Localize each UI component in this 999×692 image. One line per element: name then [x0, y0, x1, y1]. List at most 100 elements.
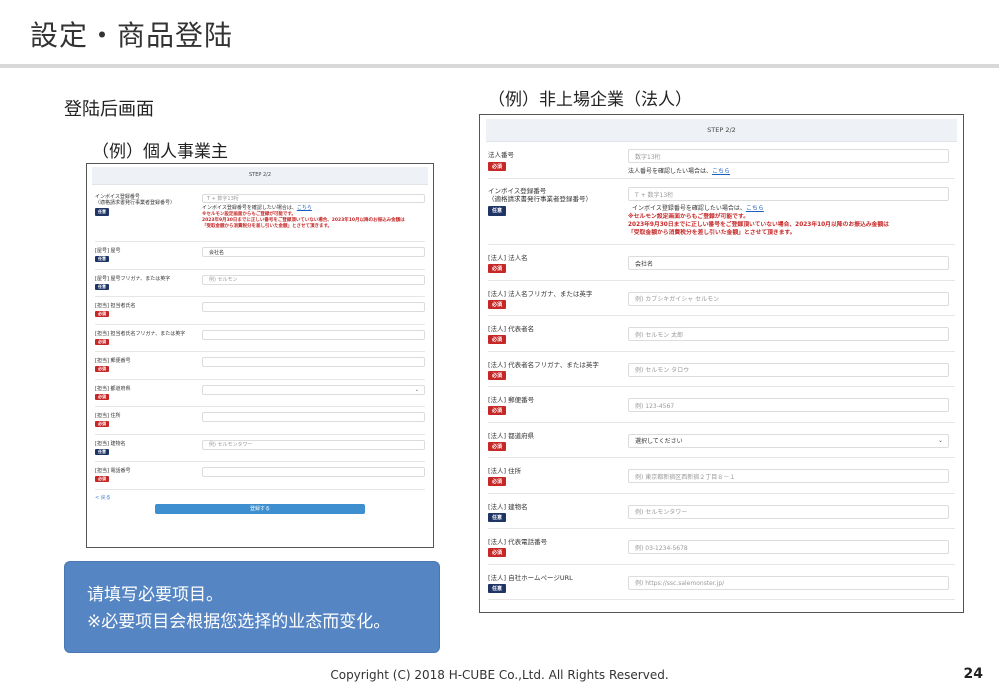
field-label: [法人] 自社ホームページURL	[488, 573, 573, 582]
field-label: [法人] 法人名フリガナ、または英字	[488, 289, 593, 298]
after-registration-heading: 登陆后画面	[64, 99, 154, 120]
invoice-lookup-link[interactable]: こちら	[746, 205, 764, 212]
form-row: [法人] 建物名 任意 例) セルモンタワー	[488, 494, 955, 529]
callout-line-1: 请填写必要项目。	[87, 585, 223, 605]
text-input[interactable]: 会社名	[202, 247, 425, 257]
text-input[interactable]: 例) セルモン	[202, 274, 425, 285]
text-input[interactable]: 例) セルモン タロウ	[628, 362, 949, 377]
invoice-number-input[interactable]: T + 数字13桁	[628, 187, 949, 201]
page-number: 24	[963, 666, 983, 682]
text-input[interactable]: 例) 123-4567	[628, 398, 949, 412]
corp-number-lookup-link[interactable]: こちら	[712, 168, 730, 175]
invoice-warning-3: 「受取金額から消費税分を差し引いた金額」とさせて頂きます。	[628, 230, 796, 236]
chevron-down-icon: ⌄	[414, 386, 419, 393]
input-value: 会社名	[209, 249, 225, 256]
invoice-warning-3: 「受取金額から消費税分を差し引いた金額」とさせて頂きます。	[202, 224, 333, 229]
text-input[interactable]: 例) セルモンタワー	[628, 504, 949, 519]
register-button[interactable]: 登録する	[155, 503, 365, 514]
required-badge: 必須	[95, 311, 109, 317]
field-label: [法人] 法人名	[488, 254, 528, 262]
required-badge: 必須	[488, 162, 507, 171]
invoice-note: インボイス登録番号を確認したい場合は、	[202, 205, 297, 211]
field-label: [法人] 代表者名フリガナ、または英字	[488, 360, 599, 369]
invoice-row: インボイス登録番号 （適格請求書発行事業者登録番号） 任意 T + 数字13桁 …	[95, 185, 425, 242]
required-badge: 必須	[488, 370, 507, 380]
optional-badge: 任意	[488, 583, 507, 593]
text-input[interactable]: 例) セルモンタワー	[202, 439, 425, 450]
text-input[interactable]	[202, 467, 425, 477]
form-row: [法人] 代表電話番号 必須 例) 03-1234-5678	[488, 529, 955, 565]
field-label: [法人] 住所	[488, 467, 522, 475]
field-label: [法人] 代表者名	[488, 325, 535, 333]
prefecture-select[interactable]: ⌄	[202, 384, 425, 395]
form-row: [担当] 担当者氏名フリガナ、または英字 必須	[95, 325, 425, 352]
form-row: [担当] 担当者氏名 必須	[95, 297, 425, 325]
required-badge: 必須	[95, 393, 109, 400]
input-value: 例) https://ssc.salemonster.jp/	[635, 580, 725, 587]
individual-caption: （例）個人事業主	[92, 142, 228, 162]
field-label: [担当] 建物名	[95, 440, 126, 447]
corp-number-label: 法人番号	[488, 151, 514, 159]
invoice-number-input[interactable]: T + 数字13桁	[202, 194, 425, 203]
field-label: [担当] 郵便番号	[95, 358, 131, 364]
input-value: 例) 03-1234-5678	[635, 544, 688, 552]
optional-badge: 任意	[95, 208, 109, 216]
invoice-row: インボイス登録番号 （適格請求書発行事業者登録番号） 任意 T + 数字13桁 …	[488, 179, 955, 245]
text-input[interactable]: 例) カブシキガイシャ セルモン	[628, 291, 949, 306]
required-badge: 必須	[488, 335, 507, 344]
invoice-label: インボイス登録番号	[488, 187, 547, 195]
corp-number-input[interactable]: 数字13桁	[628, 149, 949, 163]
input-value: 例) セルモン	[209, 277, 238, 283]
required-badge: 必須	[488, 299, 507, 309]
optional-badge: 任意	[95, 448, 109, 455]
required-badge: 必須	[95, 366, 109, 372]
form-row: [担当] 都道府県 必須 ⌄	[95, 380, 425, 407]
input-value: 選択してください	[635, 438, 683, 445]
callout-line-2: ※必要项目会根据您选择的业态而变化。	[87, 612, 391, 632]
step-indicator: STEP 2/2	[92, 167, 428, 185]
form-row: [屋号] 屋号フリガナ、または英字 任意 例) セルモン	[95, 270, 425, 297]
optional-badge: 任意	[488, 512, 507, 522]
text-input[interactable]	[202, 412, 425, 422]
title-divider	[0, 64, 999, 68]
slide-title: 設定・商品登陆	[30, 19, 234, 52]
input-value: 例) カブシキガイシャ セルモン	[635, 296, 720, 303]
required-badge: 必須	[488, 406, 507, 415]
instruction-callout: 请填写必要项目。 ※必要项目会根据您选择的业态而变化。	[64, 561, 440, 653]
invoice-warning-1: ※セルモン設定画面からもご登録が可能です。	[628, 214, 749, 220]
input-value: 会社名	[635, 260, 654, 268]
text-input[interactable]	[202, 357, 425, 367]
field-label: [屋号] 屋号	[95, 248, 121, 254]
input-value: 例) セルモンタワー	[209, 442, 253, 448]
text-input[interactable]	[202, 329, 425, 340]
optional-badge: 任意	[95, 283, 109, 290]
text-input[interactable]: 例) セルモン 太郎	[628, 327, 949, 341]
optional-badge: 任意	[488, 206, 507, 216]
corporate-form-screenshot: STEP 2/2 法人番号 必須 数字13桁 法人番号を確認したい場合は、こちら…	[479, 114, 964, 613]
text-input[interactable]: 例) 03-1234-5678	[628, 540, 949, 554]
field-label: [法人] 都道府県	[488, 431, 535, 440]
text-input[interactable]: 例) https://ssc.salemonster.jp/	[628, 575, 949, 590]
form-row: [担当] 建物名 任意 例) セルモンタワー	[95, 435, 425, 462]
text-input[interactable]: 会社名	[628, 256, 949, 270]
input-value: 例) セルモン タロウ	[635, 367, 690, 374]
required-badge: 必須	[488, 477, 507, 486]
individual-form-screenshot: STEP 2/2 インボイス登録番号 （適格請求書発行事業者登録番号） 任意 T…	[86, 163, 434, 548]
required-badge: 必須	[95, 338, 109, 345]
invoice-note: インボイス登録番号を確認したい場合は、	[632, 205, 746, 212]
back-link[interactable]: < 戻る	[95, 494, 425, 501]
invoice-lookup-link[interactable]: こちら	[297, 205, 312, 211]
corporate-caption: （例）非上場企業（法人）	[488, 90, 692, 110]
input-value: 例) 123-4567	[635, 402, 675, 410]
form-row: [屋号] 屋号 任意 会社名	[95, 242, 425, 270]
required-badge: 必須	[488, 264, 507, 273]
form-row: [法人] 郵便番号 必須 例) 123-4567	[488, 387, 955, 423]
form-row: [法人] 法人名フリガナ、または英字 必須 例) カブシキガイシャ セルモン	[488, 281, 955, 316]
corp-number-note: 法人番号を確認したい場合は、	[628, 168, 713, 175]
input-value: 例) セルモンタワー	[635, 509, 688, 516]
text-input[interactable]: 例) 東京都新宿区西新宿２丁目８－１	[628, 469, 949, 483]
text-input[interactable]	[202, 302, 425, 312]
field-label: [法人] 代表電話番号	[488, 538, 548, 546]
prefecture-select[interactable]: 選択してください ⌄	[628, 433, 949, 448]
form-row: [担当] 住所 必須	[95, 407, 425, 435]
